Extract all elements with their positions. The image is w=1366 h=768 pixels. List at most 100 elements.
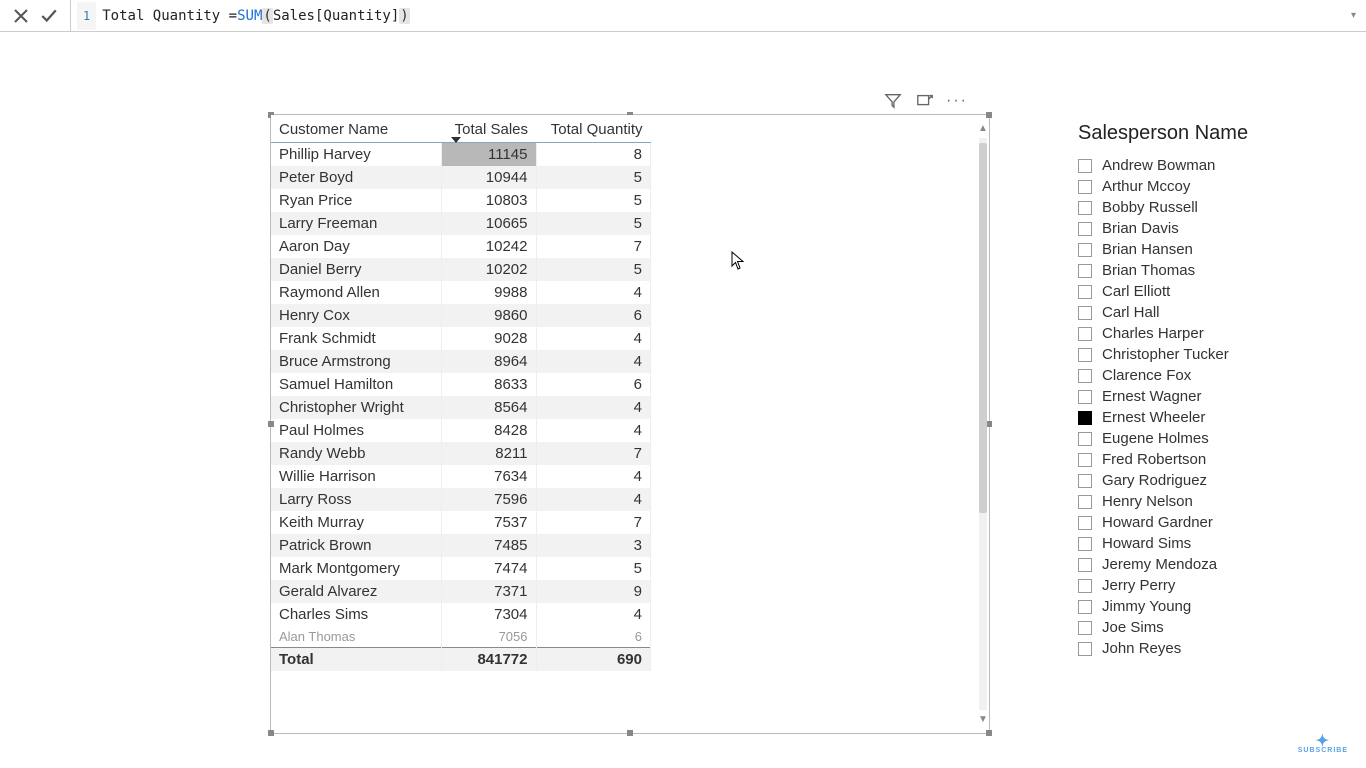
cell-qty[interactable]: 5: [536, 212, 651, 235]
slicer-item[interactable]: Carl Elliott: [1078, 281, 1308, 302]
cell-qty[interactable]: 4: [536, 281, 651, 304]
slicer-item[interactable]: Jimmy Young: [1078, 596, 1308, 617]
checkbox[interactable]: [1078, 453, 1092, 467]
table-row[interactable]: Phillip Harvey111458: [271, 143, 651, 167]
scroll-up-arrow[interactable]: ▲: [978, 123, 988, 134]
commit-icon[interactable]: [40, 7, 58, 25]
checkbox[interactable]: [1078, 432, 1092, 446]
slicer-item[interactable]: Jeremy Mendoza: [1078, 554, 1308, 575]
checkbox[interactable]: [1078, 222, 1092, 236]
cell-name[interactable]: Paul Holmes: [271, 419, 441, 442]
slicer-item[interactable]: Howard Sims: [1078, 533, 1308, 554]
slicer-item[interactable]: Charles Harper: [1078, 323, 1308, 344]
cell-sales[interactable]: 10944: [441, 166, 536, 189]
cell-name[interactable]: Alan Thomas: [271, 626, 441, 648]
cell-qty[interactable]: 7: [536, 442, 651, 465]
cell-sales[interactable]: 10202: [441, 258, 536, 281]
table-row[interactable]: Henry Cox98606: [271, 304, 651, 327]
table-row[interactable]: Frank Schmidt90284: [271, 327, 651, 350]
cell-sales[interactable]: 7634: [441, 465, 536, 488]
checkbox[interactable]: [1078, 327, 1092, 341]
table-row[interactable]: Peter Boyd109445: [271, 166, 651, 189]
checkbox[interactable]: [1078, 159, 1092, 173]
table-row[interactable]: Ryan Price108035: [271, 189, 651, 212]
cell-name[interactable]: Frank Schmidt: [271, 327, 441, 350]
cell-qty[interactable]: 3: [536, 534, 651, 557]
slicer-item[interactable]: Eugene Holmes: [1078, 428, 1308, 449]
cell-qty[interactable]: 4: [536, 603, 651, 626]
cell-name[interactable]: Mark Montgomery: [271, 557, 441, 580]
cell-name[interactable]: Larry Freeman: [271, 212, 441, 235]
cell-qty[interactable]: 7: [536, 511, 651, 534]
slicer-item[interactable]: Fred Robertson: [1078, 449, 1308, 470]
table-row[interactable]: Aaron Day102427: [271, 235, 651, 258]
checkbox[interactable]: [1078, 306, 1092, 320]
slicer-item[interactable]: Carl Hall: [1078, 302, 1308, 323]
table-row[interactable]: Charles Sims73044: [271, 603, 651, 626]
checkbox[interactable]: [1078, 642, 1092, 656]
checkbox[interactable]: [1078, 264, 1092, 278]
cell-sales[interactable]: 9860: [441, 304, 536, 327]
slicer-item[interactable]: Andrew Bowman: [1078, 155, 1308, 176]
table-row[interactable]: Patrick Brown74853: [271, 534, 651, 557]
cell-name[interactable]: Randy Webb: [271, 442, 441, 465]
cell-name[interactable]: Larry Ross: [271, 488, 441, 511]
checkbox[interactable]: [1078, 495, 1092, 509]
formula-input[interactable]: 1 Total Quantity = SUM ( Sales[Quantity]…: [71, 0, 1351, 31]
cancel-icon[interactable]: [12, 7, 30, 25]
table-row[interactable]: Samuel Hamilton86336: [271, 373, 651, 396]
slicer-item[interactable]: Ernest Wheeler: [1078, 407, 1308, 428]
cell-sales[interactable]: 8564: [441, 396, 536, 419]
cell-sales[interactable]: 11145: [441, 143, 536, 167]
slicer-item[interactable]: Christopher Tucker: [1078, 344, 1308, 365]
cell-sales[interactable]: 7304: [441, 603, 536, 626]
cell-qty[interactable]: 5: [536, 166, 651, 189]
cell-qty[interactable]: 7: [536, 235, 651, 258]
cell-qty[interactable]: 5: [536, 258, 651, 281]
cell-qty[interactable]: 4: [536, 396, 651, 419]
slicer-item[interactable]: Ernest Wagner: [1078, 386, 1308, 407]
cell-sales[interactable]: 10803: [441, 189, 536, 212]
cell-qty[interactable]: 6: [536, 626, 651, 648]
cell-qty[interactable]: 4: [536, 350, 651, 373]
slicer-item[interactable]: Henry Nelson: [1078, 491, 1308, 512]
slicer-item[interactable]: Brian Thomas: [1078, 260, 1308, 281]
cell-qty[interactable]: 4: [536, 327, 651, 350]
table-row[interactable]: Daniel Berry102025: [271, 258, 651, 281]
cell-qty[interactable]: 9: [536, 580, 651, 603]
focus-mode-icon[interactable]: [916, 92, 934, 110]
subscribe-badge[interactable]: ✦ SUBSCRIBE: [1298, 737, 1348, 754]
slicer-item[interactable]: Gary Rodriguez: [1078, 470, 1308, 491]
slicer-item[interactable]: Howard Gardner: [1078, 512, 1308, 533]
table-row[interactable]: Paul Holmes84284: [271, 419, 651, 442]
cell-qty[interactable]: 4: [536, 465, 651, 488]
cell-sales[interactable]: 7371: [441, 580, 536, 603]
checkbox[interactable]: [1078, 243, 1092, 257]
slicer-item[interactable]: Clarence Fox: [1078, 365, 1308, 386]
table-row[interactable]: Gerald Alvarez73719: [271, 580, 651, 603]
scroll-track[interactable]: [979, 138, 987, 710]
checkbox[interactable]: [1078, 348, 1092, 362]
cell-qty[interactable]: 4: [536, 419, 651, 442]
table-row[interactable]: Randy Webb82117: [271, 442, 651, 465]
checkbox[interactable]: [1078, 516, 1092, 530]
checkbox[interactable]: [1078, 411, 1092, 425]
cell-name[interactable]: Charles Sims: [271, 603, 441, 626]
scroll-down-arrow[interactable]: ▼: [978, 714, 988, 725]
slicer-item[interactable]: John Reyes: [1078, 638, 1308, 659]
cell-name[interactable]: Ryan Price: [271, 189, 441, 212]
cell-qty[interactable]: 4: [536, 488, 651, 511]
cell-sales[interactable]: 9028: [441, 327, 536, 350]
checkbox[interactable]: [1078, 390, 1092, 404]
cell-name[interactable]: Henry Cox: [271, 304, 441, 327]
table-row[interactable]: Mark Montgomery74745: [271, 557, 651, 580]
cell-qty[interactable]: 6: [536, 373, 651, 396]
cell-qty[interactable]: 6: [536, 304, 651, 327]
checkbox[interactable]: [1078, 558, 1092, 572]
cell-name[interactable]: Bruce Armstrong: [271, 350, 441, 373]
checkbox[interactable]: [1078, 579, 1092, 593]
table-row[interactable]: Christopher Wright85644: [271, 396, 651, 419]
checkbox[interactable]: [1078, 201, 1092, 215]
table-row[interactable]: Larry Ross75964: [271, 488, 651, 511]
col-customer-name[interactable]: Customer Name: [271, 115, 441, 143]
